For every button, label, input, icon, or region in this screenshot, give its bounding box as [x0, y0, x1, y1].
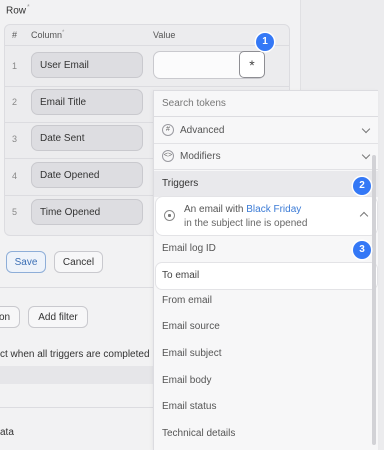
category-advanced[interactable]: # Advanced	[154, 118, 378, 144]
token-item[interactable]: From email	[154, 288, 378, 314]
add-filter-button[interactable]: Add filter	[28, 306, 88, 328]
chevron-down-icon	[361, 150, 371, 160]
category-label: Modifiers	[180, 151, 221, 162]
token-item[interactable]: Email body	[154, 368, 378, 394]
chevron-up-icon[interactable]	[359, 211, 369, 221]
trigger-description: An email with Black Friday	[184, 204, 302, 215]
column-select-date-opened[interactable]: Date Opened	[31, 162, 143, 188]
token-item-selected[interactable]: To email	[156, 263, 377, 289]
row-divider	[4, 86, 290, 87]
search-tokens-input[interactable]: Search tokens	[154, 91, 378, 117]
column-select-email-title[interactable]: Email Title	[31, 89, 143, 115]
token-picker-button[interactable]: *	[239, 51, 265, 78]
header-divider	[4, 45, 290, 46]
category-modifiers[interactable]: <> Modifiers	[154, 144, 378, 170]
header-column: Column*	[31, 30, 65, 40]
row-number: 3	[12, 134, 18, 144]
column-select-user-email[interactable]: User Email	[31, 52, 143, 78]
header-num: #	[12, 30, 18, 40]
row-number: 2	[12, 97, 18, 107]
token-item[interactable]: Email log ID	[154, 236, 378, 262]
column-select-time-opened[interactable]: Time Opened	[31, 199, 143, 225]
row-number: 5	[12, 207, 18, 217]
header-value: Value	[153, 30, 176, 40]
row-number: 4	[12, 171, 18, 181]
step-badge-1: 1	[256, 33, 274, 51]
step-badge-2: 2	[353, 177, 371, 195]
mail-icon	[164, 210, 175, 221]
row-section-label: Row*	[6, 4, 30, 17]
code-icon: <>	[162, 150, 174, 162]
data-section-label: ata	[0, 427, 14, 438]
token-item[interactable]: Email status	[154, 394, 378, 420]
save-button[interactable]: Save	[6, 251, 46, 273]
trigger-description-line2: in the subject line is opened	[184, 218, 308, 229]
row-number: 1	[12, 61, 18, 71]
token-item[interactable]: Technical details	[154, 421, 378, 447]
chevron-down-icon	[361, 124, 371, 134]
token-item[interactable]: Email source	[154, 314, 378, 340]
hash-icon: #	[162, 124, 174, 136]
column-select-date-sent[interactable]: Date Sent	[31, 125, 143, 151]
token-item[interactable]: Email subject	[154, 341, 378, 367]
dropdown-scrollbar[interactable]	[372, 155, 376, 445]
category-label: Advanced	[180, 125, 225, 136]
trigger-completion-note: ct when all triggers are completed	[0, 349, 150, 360]
token-dropdown: Search tokens # Advanced <> Modifiers Tr…	[153, 90, 378, 450]
trigger-item[interactable]: An email with Black Friday in the subjec…	[156, 197, 377, 235]
filter-option-button[interactable]: on	[0, 306, 20, 328]
cancel-button[interactable]: Cancel	[54, 251, 103, 273]
triggers-heading: Triggers	[154, 171, 378, 197]
step-badge-3: 3	[353, 241, 371, 259]
